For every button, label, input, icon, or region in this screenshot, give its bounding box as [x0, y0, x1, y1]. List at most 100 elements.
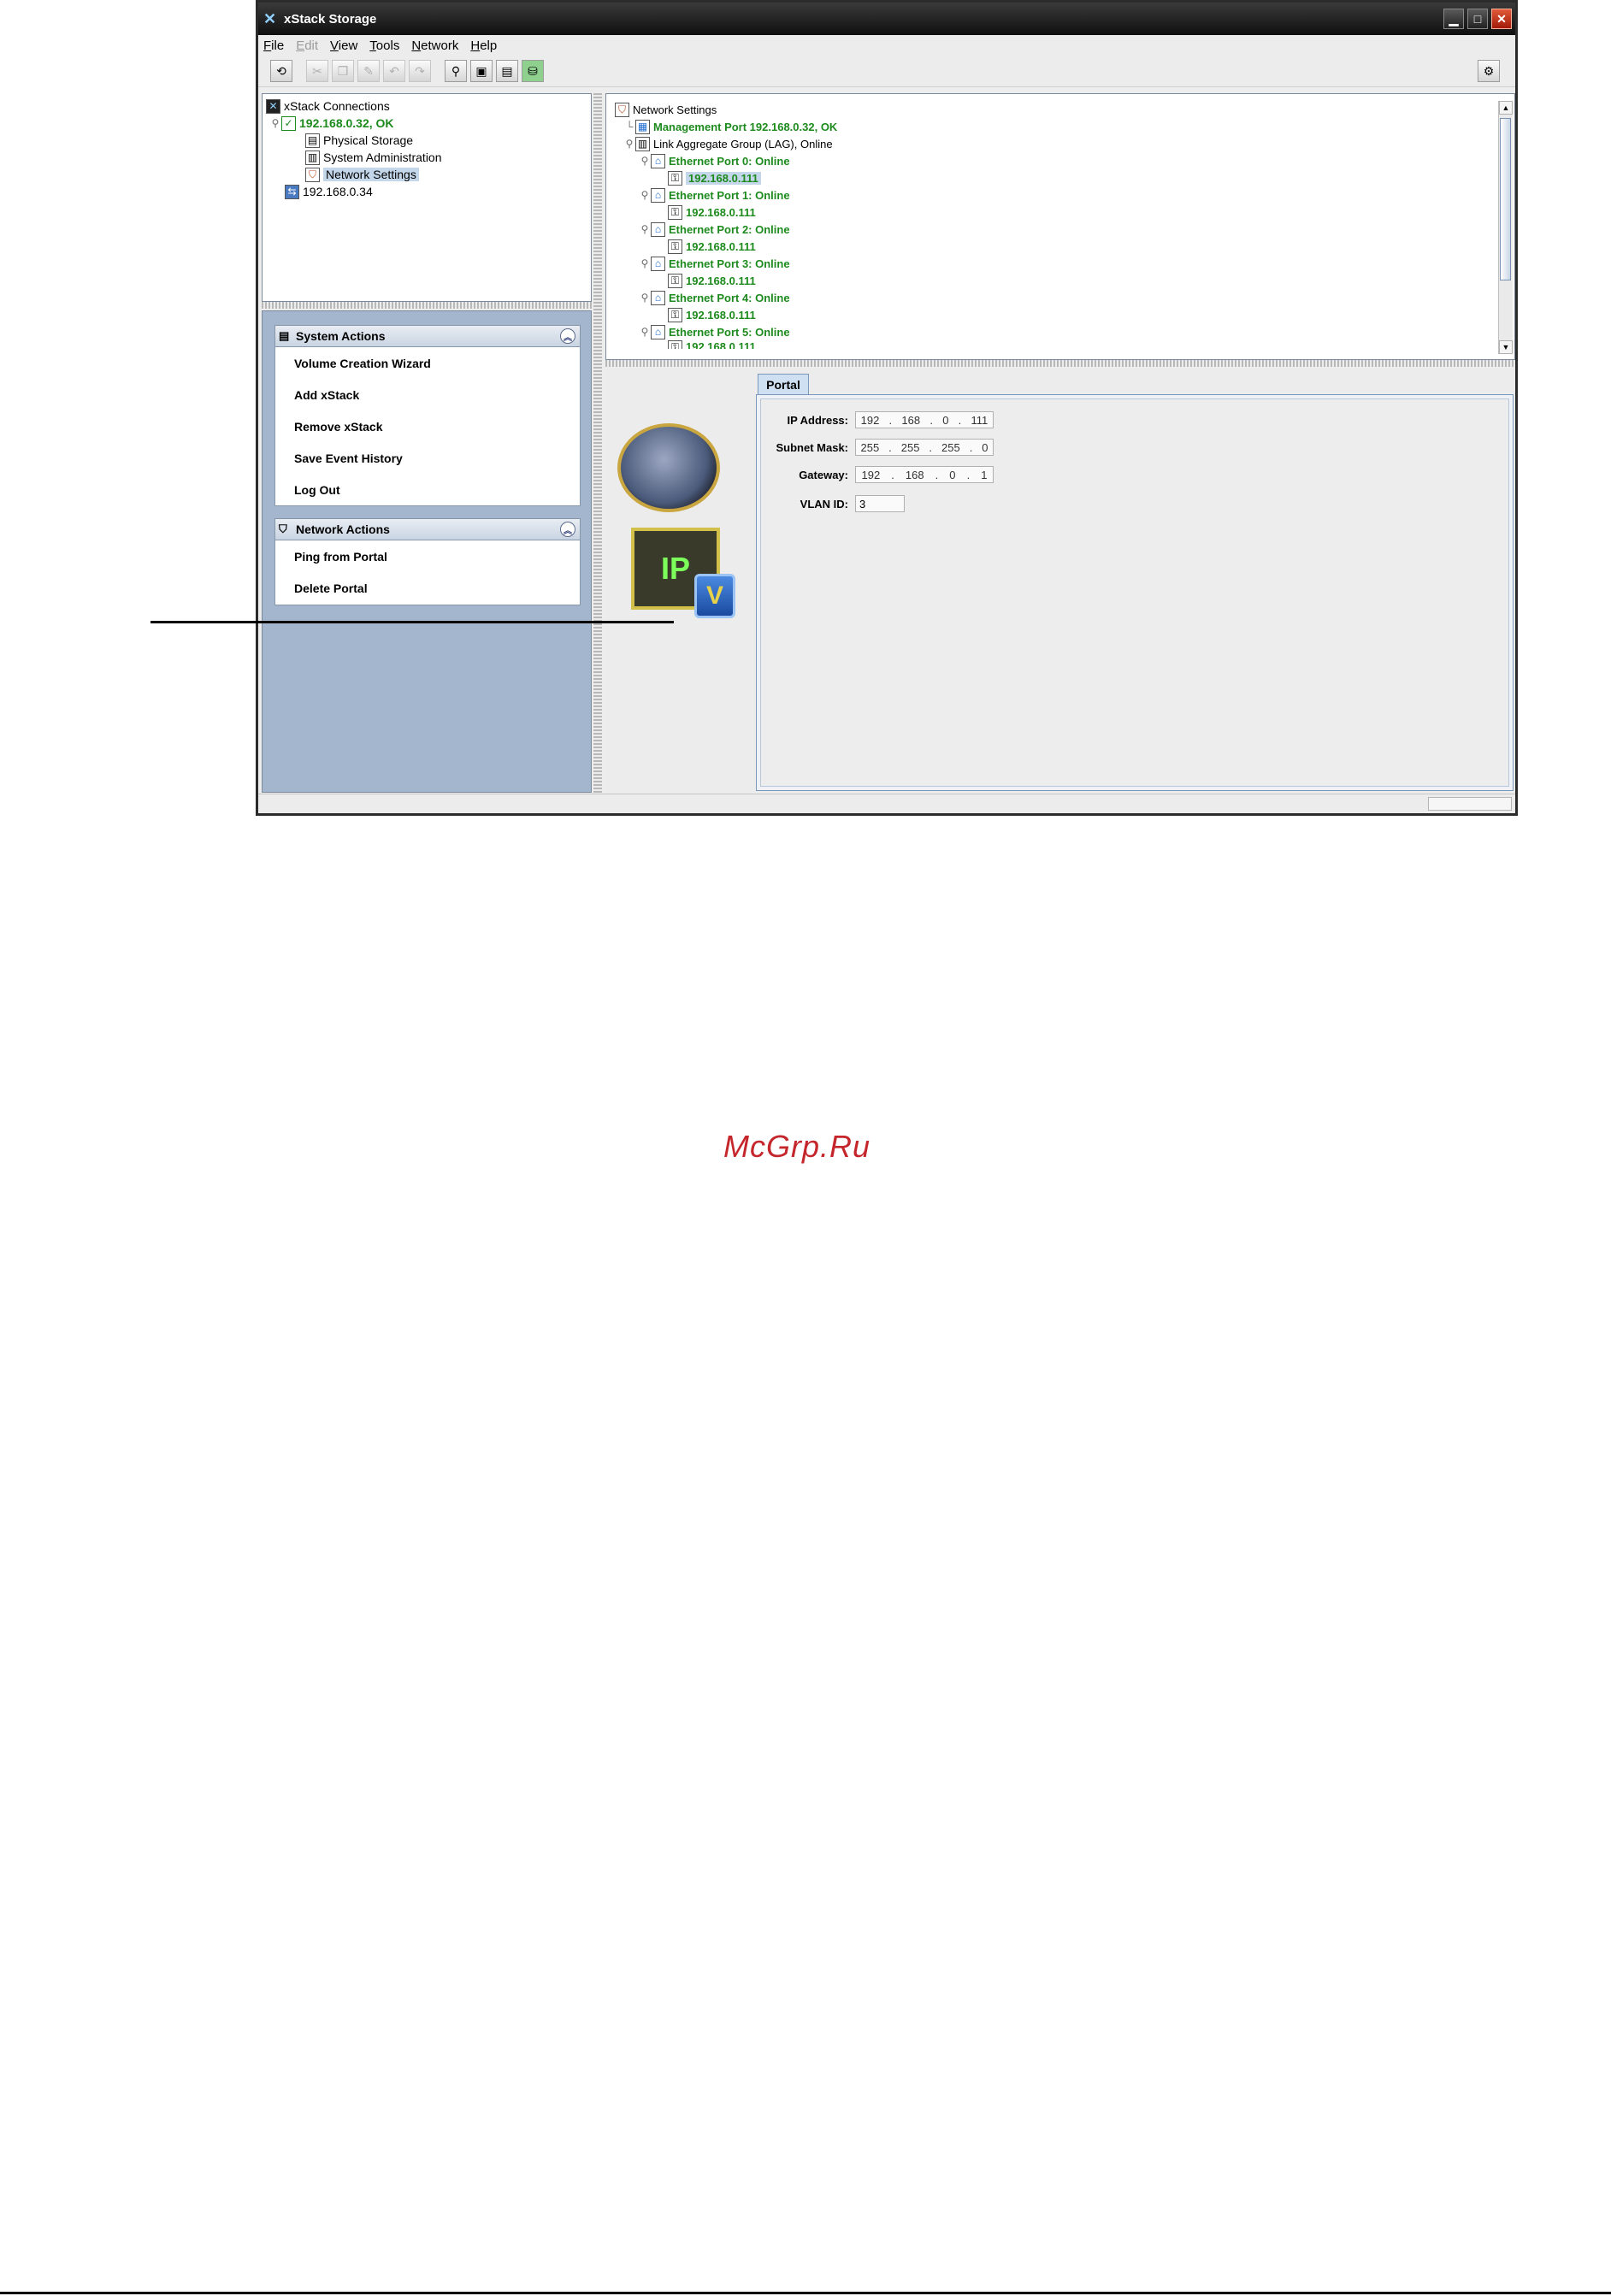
collapse-icon[interactable]: ︽ [560, 328, 575, 344]
tree-system-administration[interactable]: ▥ System Administration [266, 149, 591, 166]
close-button[interactable]: ✕ [1491, 9, 1512, 29]
portal-item[interactable]: ⚿ 192.168.0.111 [615, 238, 1514, 255]
network-actions-icon: ⛉ [279, 522, 287, 535]
vlan-id-field[interactable]: 3 [855, 495, 905, 512]
portal-icon: ⚿ [668, 307, 682, 322]
system-actions-title: System Actions [296, 329, 386, 343]
gateway-field[interactable]: 192. 168. 0. 1 [855, 466, 994, 483]
management-port-icon: ▦ [635, 119, 650, 134]
action-remove-xstack[interactable]: Remove xStack [275, 410, 580, 442]
scroll-up-icon[interactable]: ▲ [1499, 101, 1513, 115]
find-icon[interactable]: ⚲ [445, 60, 467, 82]
action-save-event-history[interactable]: Save Event History [275, 442, 580, 474]
status-bar [258, 794, 1515, 813]
settings-icon[interactable]: ⚙ [1478, 60, 1500, 82]
network-tree-scrollbar[interactable]: ▲ ▼ [1498, 101, 1513, 354]
ethernet-port-label: Ethernet Port 2: Online [669, 222, 790, 236]
ip-address-field[interactable]: 192. 168. 0. 111 [855, 411, 994, 428]
subnet-mask-label: Subnet Mask: [776, 440, 848, 454]
cut-icon[interactable]: ✂ [306, 60, 328, 82]
expand-toggle-icon[interactable]: ⚲ [639, 155, 651, 167]
check-icon: ✓ [281, 115, 296, 131]
network-icon[interactable]: ⛁ [522, 60, 544, 82]
ethernet-port-item[interactable]: ⚲ ⌂ Ethernet Port 4: Online [615, 289, 1514, 306]
collapse-icon[interactable]: ︽ [560, 522, 575, 537]
subnet-mask-field[interactable]: 255. 255. 255. 0 [855, 439, 994, 456]
left-splitter[interactable] [262, 302, 592, 309]
redo-icon[interactable]: ↷ [409, 60, 431, 82]
menu-edit[interactable]: Edit [296, 38, 318, 53]
action-delete-portal[interactable]: Delete Portal [275, 572, 580, 604]
expand-toggle-icon[interactable]: ⚲ [269, 117, 281, 129]
network-tree-root[interactable]: ⛉ Network Settings [615, 101, 1514, 118]
copy-icon[interactable]: ❐ [332, 60, 354, 82]
expand-toggle-icon[interactable]: ⚲ [639, 223, 651, 235]
server-icon: ▥ [305, 150, 320, 165]
system-actions-icon: ▤ [279, 329, 290, 342]
ethernet-port-label: Ethernet Port 0: Online [669, 154, 790, 168]
expand-toggle-icon[interactable]: ⚲ [639, 292, 651, 304]
tree-item-label-selected: Network Settings [323, 168, 419, 181]
undo-icon[interactable]: ↶ [383, 60, 405, 82]
ethernet-port-label: Ethernet Port 1: Online [669, 188, 790, 202]
vlan-id-row: VLAN ID: 3 [761, 493, 905, 514]
portal-item[interactable]: ⚿ 192.168.0.111 [615, 272, 1514, 289]
ethernet-port-item[interactable]: ⚲ ⌂ Ethernet Port 3: Online [615, 255, 1514, 272]
minimize-button[interactable]: ▁ [1443, 9, 1464, 29]
status-cell [1428, 797, 1512, 811]
tree-server-ok[interactable]: ⚲ ✓ 192.168.0.32, OK [266, 115, 591, 132]
refresh-icon[interactable]: ⟲ [270, 60, 292, 82]
expand-toggle-icon[interactable]: ⚲ [639, 257, 651, 269]
expand-toggle-icon[interactable]: ⚲ [639, 326, 651, 338]
maximize-button[interactable]: □ [1467, 9, 1488, 29]
properties-icon[interactable]: ▣ [470, 60, 493, 82]
lag-icon: ▥ [635, 136, 650, 151]
ethernet-port-item[interactable]: ⚲ ⌂ Ethernet Port 1: Online [615, 186, 1514, 204]
main-splitter[interactable] [593, 93, 602, 793]
menu-view[interactable]: View [330, 38, 357, 53]
menu-network[interactable]: Network [411, 38, 458, 53]
scroll-down-icon[interactable]: ▼ [1499, 340, 1513, 354]
tree-server-other[interactable]: ⇆ 192.168.0.34 [266, 183, 591, 200]
scroll-thumb[interactable] [1500, 118, 1511, 280]
tree-root-label: xStack Connections [284, 99, 390, 113]
lag-label: Link Aggregate Group (LAG), Online [653, 137, 833, 151]
ip-octet: 111 [971, 413, 988, 427]
ip-octet: 168 [901, 413, 921, 427]
portal-item[interactable]: ⚿ 192.168.0.111 [615, 306, 1514, 323]
network-actions-header[interactable]: ⛉ Network Actions ︽ [275, 519, 580, 540]
ethernet-port-item[interactable]: ⚲ ⌂ Ethernet Port 0: Online [615, 152, 1514, 169]
paste-icon[interactable]: ✎ [357, 60, 380, 82]
menu-tools[interactable]: Tools [369, 38, 399, 53]
system-actions-header[interactable]: ▤ System Actions ︽ [275, 326, 580, 347]
tab-portal[interactable]: Portal [758, 374, 809, 394]
portal-item[interactable]: ⚿ 192.168.0.111 [615, 204, 1514, 221]
menu-help[interactable]: Help [470, 38, 497, 53]
tree-root[interactable]: ✕ xStack Connections [266, 97, 591, 115]
lag-item[interactable]: ⚲ ▥ Link Aggregate Group (LAG), Online [615, 135, 1514, 152]
ethernet-port-item[interactable]: ⚲ ⌂ Ethernet Port 2: Online [615, 221, 1514, 238]
network-tree-root-label: Network Settings [633, 103, 717, 116]
menu-file[interactable]: File [263, 38, 284, 53]
ethernet-port-item[interactable]: ⚲ ⌂ Ethernet Port 5: Online [615, 323, 1514, 340]
management-port-item[interactable]: └ ▦ Management Port 192.168.0.32, OK [615, 118, 1514, 135]
callout-line [150, 621, 674, 623]
action-log-out[interactable]: Log Out [275, 474, 580, 505]
portal-item[interactable]: ⚿ 192.168.0.111 [615, 340, 1514, 349]
action-ping-from-portal[interactable]: Ping from Portal [275, 540, 580, 572]
tree-physical-storage[interactable]: ▤ Physical Storage [266, 132, 591, 149]
expand-toggle-icon[interactable]: ⚲ [639, 189, 651, 201]
tree-network-settings[interactable]: ⛉ Network Settings [266, 166, 591, 183]
portal-item[interactable]: ⚿ 192.168.0.111 [615, 169, 1514, 186]
expand-toggle-icon[interactable]: ⚲ [623, 138, 635, 150]
action-volume-creation-wizard[interactable]: Volume Creation Wizard [275, 347, 580, 379]
portal-icon: ⚿ [668, 170, 682, 186]
ethernet-port-icon: ⌂ [651, 221, 665, 237]
network-actions-title: Network Actions [296, 522, 390, 536]
right-splitter[interactable] [605, 360, 1515, 367]
ethernet-port-label: Ethernet Port 4: Online [669, 291, 790, 304]
storage-icon[interactable]: ▤ [496, 60, 518, 82]
action-add-xstack[interactable]: Add xStack [275, 379, 580, 410]
portal-icon: ⚿ [668, 204, 682, 220]
portal-label: 192.168.0.111 [686, 340, 756, 349]
